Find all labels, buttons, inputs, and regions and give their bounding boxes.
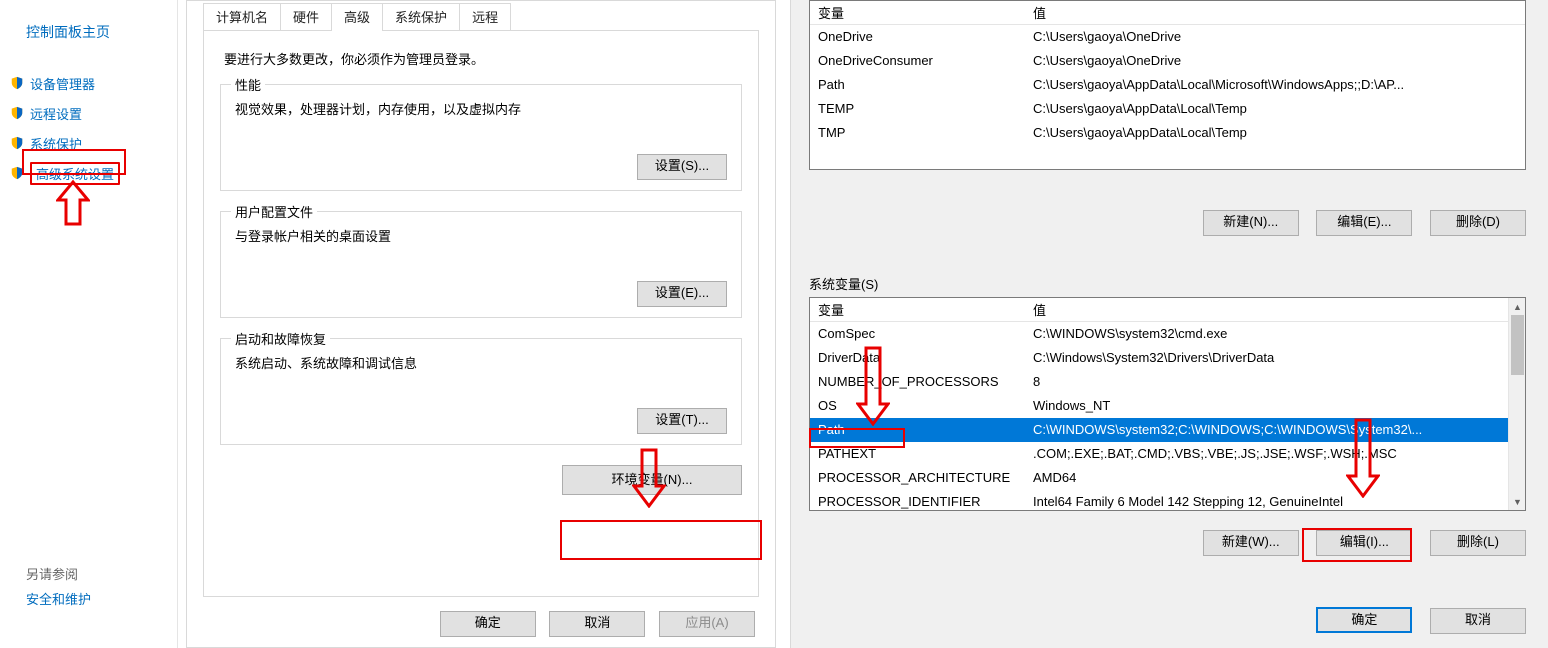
sys-var-row[interactable]: OSWindows_NT [810, 394, 1525, 418]
startup-recovery-label: 启动和故障恢复 [231, 329, 330, 348]
scroll-thumb[interactable] [1511, 315, 1524, 375]
sys-var-row[interactable]: NUMBER_OF_PROCESSORS8 [810, 370, 1525, 394]
system-variables-label: 系统变量(S) [809, 274, 878, 293]
user-var-row[interactable]: PathC:\Users\gaoya\AppData\Local\Microso… [810, 73, 1525, 97]
control-panel-home-link[interactable]: 控制面板主页 [26, 22, 177, 42]
sys-list-scrollbar[interactable]: ▲ ▼ [1508, 298, 1525, 510]
var-name: Path [810, 73, 1025, 97]
var-name: Path [810, 418, 1025, 442]
var-name: OS [810, 394, 1025, 418]
user-var-row[interactable]: TEMPC:\Users\gaoya\AppData\Local\Temp [810, 97, 1525, 121]
cp-link-1[interactable]: 远程设置 [10, 98, 177, 128]
var-value: C:\WINDOWS\system32\cmd.exe [1025, 322, 1525, 346]
var-name: PROCESSOR_ARCHITECTURE [810, 466, 1025, 490]
user-var-row[interactable]: OneDriveConsumerC:\Users\gaoya\OneDrive [810, 49, 1525, 73]
var-value: C:\Users\gaoya\OneDrive [1025, 25, 1525, 49]
user-profiles-settings-button[interactable]: 设置(E)... [637, 281, 727, 307]
tab-2[interactable]: 高级 [331, 3, 383, 31]
var-name: DriverData [810, 346, 1025, 370]
shield-icon [10, 136, 24, 150]
var-value: .COM;.EXE;.BAT;.CMD;.VBS;.VBE;.JS;.JSE;.… [1025, 442, 1525, 466]
shield-icon [10, 166, 24, 180]
user-col-variable[interactable]: 变量 [810, 1, 1025, 25]
scroll-down-icon[interactable]: ▼ [1509, 493, 1526, 510]
sys-new-button[interactable]: 新建(W)... [1203, 530, 1299, 556]
tab-4[interactable]: 远程 [459, 3, 511, 31]
user-profiles-label: 用户配置文件 [231, 202, 317, 221]
var-name: NUMBER_OF_PROCESSORS [810, 370, 1025, 394]
sysprops-ok-button[interactable]: 确定 [440, 611, 536, 637]
startup-recovery-settings-button[interactable]: 设置(T)... [637, 408, 727, 434]
admin-note: 要进行大多数更改，你必须作为管理员登录。 [224, 49, 742, 68]
user-profiles-desc: 与登录帐户相关的桌面设置 [235, 226, 727, 245]
tab-3[interactable]: 系统保护 [382, 3, 460, 31]
var-name: TEMP [810, 97, 1025, 121]
cp-link-0[interactable]: 设备管理器 [10, 68, 177, 98]
shield-icon [10, 76, 24, 90]
env-ok-button[interactable]: 确定 [1316, 607, 1412, 633]
user-var-row[interactable]: OneDriveC:\Users\gaoya\OneDrive [810, 25, 1525, 49]
user-edit-button[interactable]: 编辑(E)... [1316, 210, 1412, 236]
var-name: TMP [810, 121, 1025, 145]
var-value: C:\Users\gaoya\OneDrive [1025, 49, 1525, 73]
var-name: PATHEXT [810, 442, 1025, 466]
performance-group: 性能 视觉效果，处理器计划，内存使用，以及虚拟内存 设置(S)... [220, 84, 742, 191]
var-value: C:\Users\gaoya\AppData\Local\Temp [1025, 121, 1525, 145]
tab-0[interactable]: 计算机名 [203, 3, 281, 31]
system-variables-listbox[interactable]: 变量 值 ComSpecC:\WINDOWS\system32\cmd.exeD… [809, 297, 1526, 511]
cp-link-3[interactable]: 高级系统设置 [10, 158, 177, 188]
cp-link-text[interactable]: 远程设置 [30, 104, 82, 123]
user-variables-listbox[interactable]: 变量 值 OneDriveC:\Users\gaoya\OneDriveOneD… [809, 0, 1526, 170]
system-properties-dialog: 计算机名硬件高级系统保护远程 要进行大多数更改，你必须作为管理员登录。 性能 视… [186, 0, 776, 648]
environment-variables-button[interactable]: 环境变量(N)... [562, 465, 742, 495]
sys-edit-button[interactable]: 编辑(I)... [1316, 530, 1412, 556]
user-new-button[interactable]: 新建(N)... [1203, 210, 1299, 236]
control-panel-sidebar: 控制面板主页 设备管理器远程设置系统保护高级系统设置 另请参阅 安全和维护 [0, 0, 178, 648]
var-value: C:\WINDOWS\system32;C:\WINDOWS;C:\WINDOW… [1025, 418, 1525, 442]
sys-var-row[interactable]: ComSpecC:\WINDOWS\system32\cmd.exe [810, 322, 1525, 346]
env-cancel-button[interactable]: 取消 [1430, 608, 1526, 634]
user-delete-button[interactable]: 删除(D) [1430, 210, 1526, 236]
var-value: AMD64 [1025, 466, 1525, 490]
environment-variables-dialog: 变量 值 OneDriveC:\Users\gaoya\OneDriveOneD… [790, 0, 1548, 648]
var-value: Intel64 Family 6 Model 142 Stepping 12, … [1025, 490, 1525, 512]
var-value: 8 [1025, 370, 1525, 394]
scroll-up-icon[interactable]: ▲ [1509, 298, 1526, 315]
sys-var-row[interactable]: DriverDataC:\Windows\System32\Drivers\Dr… [810, 346, 1525, 370]
var-value: Windows_NT [1025, 394, 1525, 418]
var-name: OneDriveConsumer [810, 49, 1025, 73]
sys-delete-button[interactable]: 删除(L) [1430, 530, 1526, 556]
sys-var-row[interactable]: PROCESSOR_IDENTIFIERIntel64 Family 6 Mod… [810, 490, 1525, 512]
sysprops-cancel-button[interactable]: 取消 [549, 611, 645, 637]
performance-desc: 视觉效果，处理器计划，内存使用，以及虚拟内存 [235, 99, 727, 118]
var-name: ComSpec [810, 322, 1025, 346]
cp-link-text[interactable]: 设备管理器 [30, 74, 95, 93]
sys-col-variable[interactable]: 变量 [810, 298, 1025, 322]
cp-link-text[interactable]: 系统保护 [30, 134, 82, 153]
startup-recovery-desc: 系统启动、系统故障和调试信息 [235, 353, 727, 372]
shield-icon [10, 106, 24, 120]
see-also-label: 另请参阅 [26, 564, 91, 583]
advanced-tab-pane: 要进行大多数更改，你必须作为管理员登录。 性能 视觉效果，处理器计划，内存使用，… [203, 30, 759, 597]
var-value: C:\Users\gaoya\AppData\Local\Microsoft\W… [1025, 73, 1525, 97]
tab-1[interactable]: 硬件 [280, 3, 332, 31]
var-value: C:\Windows\System32\Drivers\DriverData [1025, 346, 1525, 370]
cp-link-2[interactable]: 系统保护 [10, 128, 177, 158]
security-maintenance-link[interactable]: 安全和维护 [26, 592, 91, 607]
user-var-row[interactable]: TMPC:\Users\gaoya\AppData\Local\Temp [810, 121, 1525, 145]
sys-var-row[interactable]: PathC:\WINDOWS\system32;C:\WINDOWS;C:\WI… [810, 418, 1525, 442]
performance-settings-button[interactable]: 设置(S)... [637, 154, 727, 180]
var-name: OneDrive [810, 25, 1025, 49]
sys-var-row[interactable]: PATHEXT.COM;.EXE;.BAT;.CMD;.VBS;.VBE;.JS… [810, 442, 1525, 466]
cp-link-text[interactable]: 高级系统设置 [36, 164, 114, 183]
sys-var-row[interactable]: PROCESSOR_ARCHITECTUREAMD64 [810, 466, 1525, 490]
sysprops-apply-button[interactable]: 应用(A) [659, 611, 755, 637]
user-col-value[interactable]: 值 [1025, 1, 1525, 25]
startup-recovery-group: 启动和故障恢复 系统启动、系统故障和调试信息 设置(T)... [220, 338, 742, 445]
user-profiles-group: 用户配置文件 与登录帐户相关的桌面设置 设置(E)... [220, 211, 742, 318]
var-value: C:\Users\gaoya\AppData\Local\Temp [1025, 97, 1525, 121]
performance-label: 性能 [231, 75, 265, 94]
var-name: PROCESSOR_IDENTIFIER [810, 490, 1025, 512]
sys-col-value[interactable]: 值 [1025, 298, 1525, 322]
